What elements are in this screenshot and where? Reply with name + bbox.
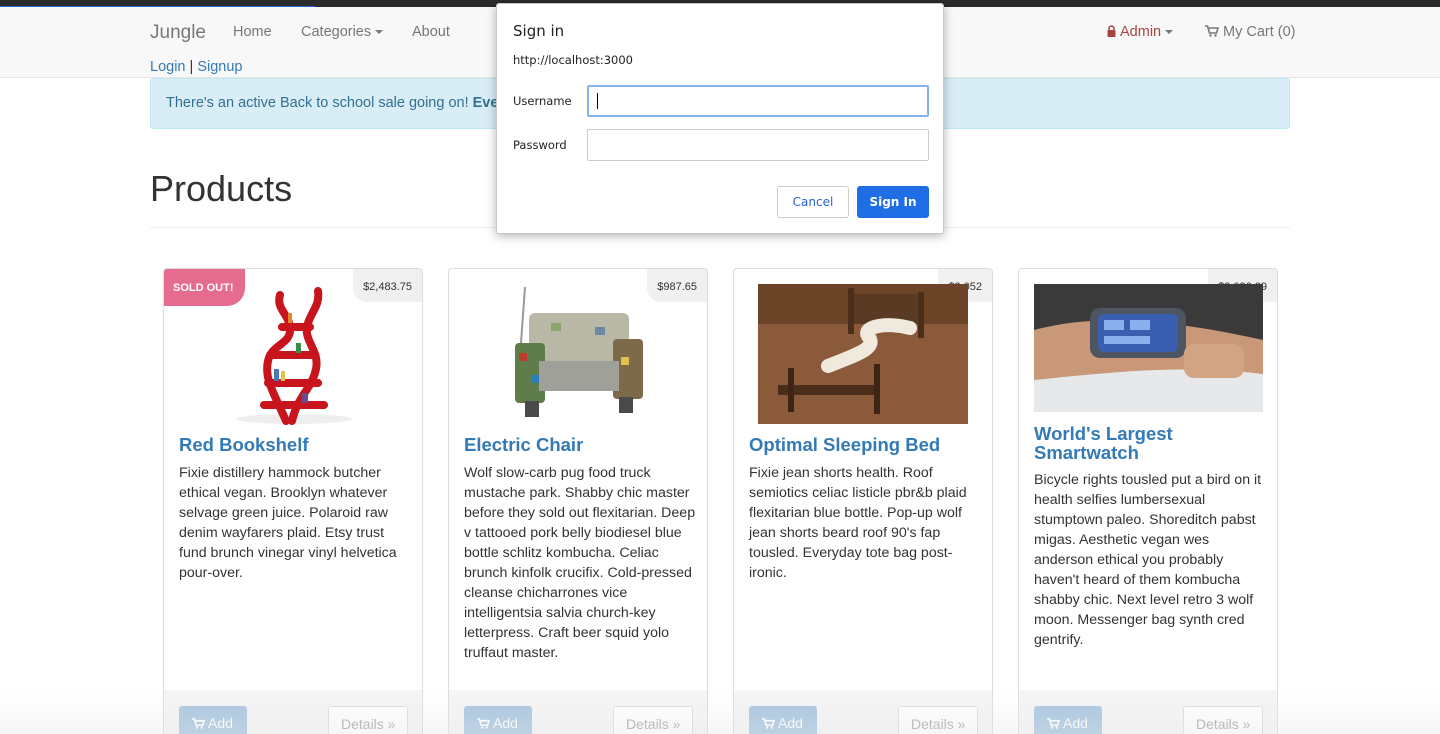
product-card: SOLD OUT! $2,483.75 Red Bookshelf Fixie … <box>163 268 423 734</box>
price-tag: $2,483.75 <box>353 269 422 302</box>
chevron-down-icon <box>1165 30 1174 35</box>
nav-cart[interactable]: My Cart (0) <box>1205 24 1296 40</box>
auth-links: Login | Signup <box>150 59 242 75</box>
product-title[interactable]: World's Largest Smartwatch <box>1034 424 1234 462</box>
text-cursor <box>597 93 598 109</box>
product-description: Fixie jean shorts health. Roof semiotics… <box>749 465 967 581</box>
cart-icon <box>1047 718 1061 729</box>
add-button-label: Add <box>208 715 233 731</box>
auth-separator: | <box>189 59 194 75</box>
sale-alert-text: There's an active Back to school sale go… <box>166 95 473 111</box>
product-card: $987.65 Electric Chair Wolf slow-carb pu… <box>448 268 708 734</box>
nav-about[interactable]: About <box>412 24 450 40</box>
lock-icon <box>1107 25 1116 37</box>
nav-admin[interactable]: Admin <box>1107 24 1174 40</box>
brand-logo[interactable]: Jungle <box>150 22 206 44</box>
details-button[interactable]: Details » <box>1183 706 1263 734</box>
add-to-cart-button[interactable]: Add <box>179 706 247 734</box>
sign-in-button[interactable]: Sign In <box>857 186 929 218</box>
dialog-url: http://localhost:3000 <box>513 53 633 67</box>
login-link[interactable]: Login <box>150 59 185 75</box>
details-button[interactable]: Details » <box>898 706 978 734</box>
add-button-label: Add <box>493 715 518 731</box>
password-label: Password <box>513 138 567 152</box>
nav-cart-label: My Cart (0) <box>1223 24 1296 40</box>
cart-icon <box>477 718 491 729</box>
chevron-down-icon <box>375 30 384 35</box>
cart-icon <box>1205 25 1219 37</box>
card-footer: Add Details » <box>1019 690 1277 734</box>
product-image-bookshelf[interactable] <box>234 283 354 425</box>
add-button-label: Add <box>778 715 803 731</box>
username-field[interactable] <box>587 85 929 117</box>
password-field[interactable] <box>587 129 929 161</box>
add-to-cart-button[interactable]: Add <box>464 706 532 734</box>
product-image-electric-chair[interactable] <box>505 283 651 425</box>
page-title: Products <box>150 168 293 209</box>
product-title[interactable]: Red Bookshelf <box>179 435 309 454</box>
sign-in-dialog: Sign in http://localhost:3000 Username P… <box>496 3 944 234</box>
nav-home[interactable]: Home <box>233 24 272 40</box>
cart-icon <box>192 718 206 729</box>
username-label: Username <box>513 94 572 108</box>
cancel-button[interactable]: Cancel <box>777 186 849 218</box>
dialog-title: Sign in <box>513 22 565 40</box>
add-to-cart-button[interactable]: Add <box>1034 706 1102 734</box>
details-button[interactable]: Details » <box>328 706 408 734</box>
add-to-cart-button[interactable]: Add <box>749 706 817 734</box>
cart-icon <box>762 718 776 729</box>
nav-categories-label: Categories <box>301 24 372 40</box>
sold-out-badge: SOLD OUT! <box>164 269 245 306</box>
product-image-sleeping-bed[interactable] <box>758 284 968 424</box>
product-image-smartwatch[interactable] <box>1034 284 1263 412</box>
signup-link[interactable]: Signup <box>197 59 242 75</box>
card-footer: Add Details » <box>164 690 422 734</box>
card-footer: Add Details » <box>734 690 992 734</box>
add-button-label: Add <box>1063 715 1088 731</box>
card-footer: Add Details » <box>449 690 707 734</box>
product-description: Bicycle rights tousled put a bird on it … <box>1034 472 1262 648</box>
product-card: $2,026.29 World's Largest Smartwatch Bic… <box>1018 268 1278 734</box>
product-card: $3,052 Optimal Sleeping Bed Fixie jean s… <box>733 268 993 734</box>
details-button[interactable]: Details » <box>613 706 693 734</box>
product-description: Wolf slow-carb pug food truck mustache p… <box>464 465 696 661</box>
nav-admin-label: Admin <box>1120 24 1162 40</box>
price-tag: $987.65 <box>647 269 707 302</box>
product-title[interactable]: Electric Chair <box>464 435 583 454</box>
nav-categories[interactable]: Categories <box>301 24 384 40</box>
product-description: Fixie distillery hammock butcher ethical… <box>179 465 397 581</box>
product-title[interactable]: Optimal Sleeping Bed <box>749 435 940 454</box>
